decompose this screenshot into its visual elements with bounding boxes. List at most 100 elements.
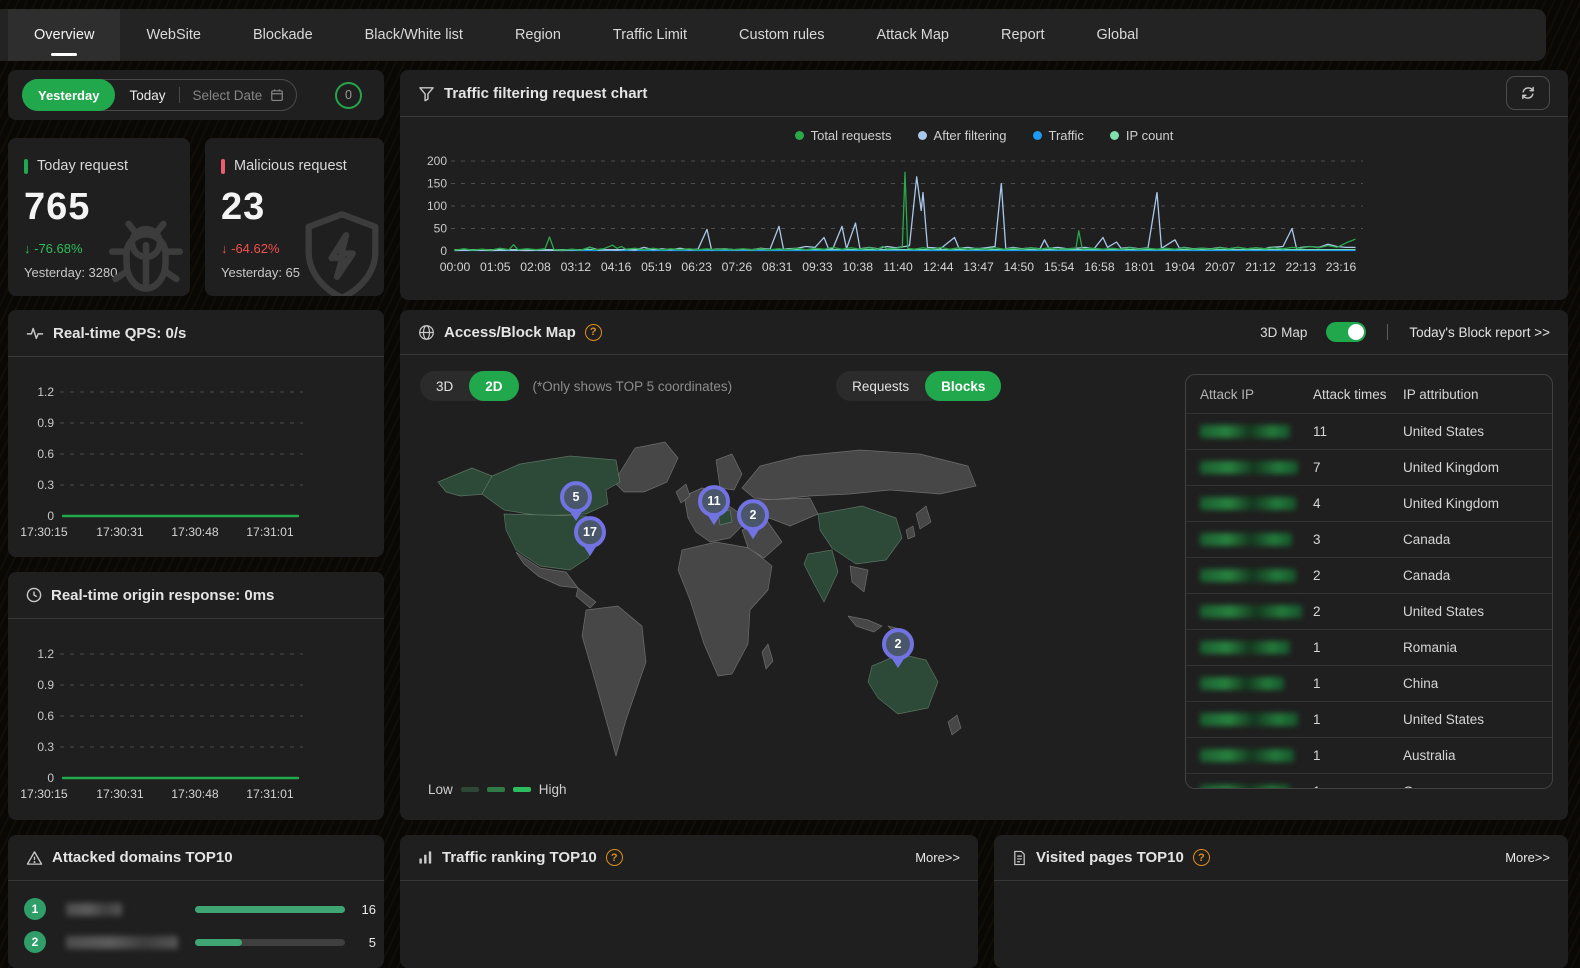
attack-ip-row: 3Canada [1186, 521, 1552, 557]
visited-pages-help-icon[interactable]: ? [1193, 849, 1210, 866]
nav-tab-overview[interactable]: Overview [8, 9, 120, 61]
map-2d-button[interactable]: 2D [469, 371, 518, 401]
svg-text:08:31: 08:31 [762, 260, 793, 274]
svg-text:0: 0 [47, 771, 54, 785]
requests-button[interactable]: Requests [836, 371, 925, 401]
nav-tab-report[interactable]: Report [975, 9, 1071, 61]
redacted-domain [66, 936, 178, 949]
visited-pages-more-link[interactable]: More>> [1505, 850, 1550, 865]
today-button[interactable]: Today [115, 88, 179, 103]
legend-item-after-filtering[interactable]: After filtering [918, 128, 1007, 143]
traffic-ranking-title: Traffic ranking TOP10 [442, 849, 597, 866]
svg-text:04:16: 04:16 [601, 260, 632, 274]
map-3d-toggle[interactable] [1326, 322, 1366, 342]
svg-text:19:04: 19:04 [1165, 260, 1196, 274]
ip-attribution-value: Canada [1403, 568, 1552, 583]
map-note: (*Only shows TOP 5 coordinates) [533, 379, 733, 394]
attacked-domain-row: 116 [8, 893, 384, 925]
block-report-link[interactable]: Today's Block report >> [1409, 325, 1550, 340]
map-3d-toggle-label: 3D Map [1260, 325, 1307, 340]
nav-tab-website[interactable]: WebSite [120, 9, 227, 61]
yesterday-button[interactable]: Yesterday [22, 79, 115, 111]
map-pin-11[interactable]: 11 [698, 485, 730, 517]
nav-tab-region[interactable]: Region [489, 9, 587, 61]
ip-attribution-value: China [1403, 676, 1552, 691]
top-nav: OverviewWebSiteBlockadeBlack/White listR… [0, 9, 1546, 61]
ip-attribution-value: Germany [1403, 784, 1552, 789]
traffic-ranking-more-link[interactable]: More>> [915, 850, 960, 865]
nav-tab-attack-map[interactable]: Attack Map [850, 9, 975, 61]
traffic-chart-title: Traffic filtering request chart [444, 85, 647, 102]
legend-low-label: Low [428, 782, 453, 797]
attack-ip-row: 7United Kingdom [1186, 449, 1552, 485]
svg-text:50: 50 [434, 222, 448, 236]
legend-item-traffic[interactable]: Traffic [1033, 128, 1084, 143]
svg-text:03:12: 03:12 [561, 260, 592, 274]
nav-tab-global[interactable]: Global [1071, 9, 1165, 61]
svg-text:200: 200 [427, 154, 447, 168]
svg-text:0: 0 [440, 244, 447, 258]
density-dash-low [461, 787, 479, 792]
svg-text:17:31:01: 17:31:01 [246, 525, 294, 539]
dashboard-root: OverviewWebSiteBlockadeBlack/White listR… [0, 0, 1580, 968]
attack-times-value: 7 [1313, 460, 1403, 475]
map-help-icon[interactable]: ? [585, 324, 602, 341]
redacted-attack-ip [1200, 641, 1290, 654]
col-attack-times: Attack times [1313, 387, 1403, 402]
ip-attribution-value: United States [1403, 424, 1552, 439]
nav-tab-black-white-list[interactable]: Black/White list [339, 9, 489, 61]
attack-times-value: 1 [1313, 640, 1403, 655]
svg-text:17:30:15: 17:30:15 [20, 787, 68, 801]
svg-text:1.2: 1.2 [37, 385, 54, 399]
attack-times-value: 1 [1313, 784, 1403, 789]
redacted-attack-ip [1200, 713, 1298, 726]
map-pin-2[interactable]: 2 [882, 628, 914, 660]
redacted-attack-ip [1200, 533, 1292, 546]
chart-legend: Total requests After filtering Traffic IP c… [400, 128, 1568, 143]
access-block-map-panel: Access/Block Map ? 3D Map Today's Block … [400, 310, 1568, 820]
attacked-domains-title: Attacked domains TOP10 [52, 849, 233, 866]
svg-text:05:19: 05:19 [641, 260, 672, 274]
attack-times-value: 1 [1313, 748, 1403, 763]
nav-tab-custom-rules[interactable]: Custom rules [713, 9, 850, 61]
attack-times-value: 1 [1313, 676, 1403, 691]
today-request-title: Today request [37, 158, 128, 174]
select-date-button[interactable]: Select Date [180, 88, 296, 103]
svg-text:01:05: 01:05 [480, 260, 511, 274]
map-pin-2[interactable]: 2 [737, 499, 769, 531]
map-panel-title: Access/Block Map [444, 324, 576, 341]
domain-attack-count: 16 [352, 902, 376, 917]
attack-ip-table-header: Attack IP Attack times IP attribution [1186, 375, 1552, 413]
map-pin-5[interactable]: 5 [560, 481, 592, 513]
malicious-request-card: Malicious request 23 ↓ -64.62% Yesterday… [205, 138, 384, 296]
redacted-attack-ip [1200, 497, 1296, 510]
map-pin-17[interactable]: 17 [574, 516, 606, 548]
nav-tab-traffic-limit[interactable]: Traffic Limit [587, 9, 713, 61]
svg-text:0.6: 0.6 [37, 709, 54, 723]
attacked-domains-panel: Attacked domains TOP10 11625 [8, 835, 384, 968]
qps-title: Real-time QPS: 0/s [53, 325, 186, 342]
ip-attribution-value: United Kingdom [1403, 496, 1552, 511]
svg-text:0.9: 0.9 [37, 416, 54, 430]
ip-attribution-value: Canada [1403, 532, 1552, 547]
svg-text:0: 0 [47, 509, 54, 523]
blocks-button[interactable]: Blocks [925, 371, 1001, 401]
map-filter-switch: Requests Blocks [836, 371, 1001, 401]
refresh-button[interactable] [1506, 76, 1550, 110]
map-3d-button[interactable]: 3D [420, 371, 469, 401]
legend-item-total-requests[interactable]: Total requests [795, 128, 892, 143]
attack-ip-row: 2United States [1186, 593, 1552, 629]
nav-tab-blockade[interactable]: Blockade [227, 9, 339, 61]
legend-item-ip-count[interactable]: IP count [1110, 128, 1173, 143]
qps-panel: Real-time QPS: 0/s 00.30.60.91.217:30:15… [8, 310, 384, 557]
legend-dot [795, 131, 804, 140]
shield-bolt-icon [292, 204, 384, 296]
domain-bar-fill [195, 906, 345, 913]
svg-text:10:38: 10:38 [842, 260, 873, 274]
select-date-placeholder: Select Date [192, 88, 262, 103]
traffic-ranking-help-icon[interactable]: ? [606, 849, 623, 866]
bug-icon [94, 204, 190, 296]
attack-ip-row: 1Australia [1186, 737, 1552, 773]
attack-ip-table: Attack IP Attack times IP attribution 11… [1185, 374, 1553, 789]
svg-text:11:40: 11:40 [883, 260, 913, 274]
